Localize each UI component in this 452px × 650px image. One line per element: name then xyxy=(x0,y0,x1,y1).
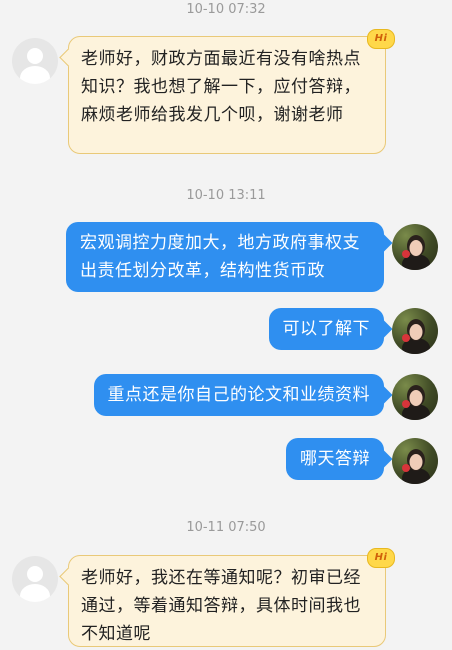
outgoing-message-bubble[interactable]: 可以了解下 xyxy=(268,308,384,350)
hi-badge-icon: Hi xyxy=(367,548,395,568)
user-photo-avatar[interactable] xyxy=(392,438,438,484)
hi-badge-icon: Hi xyxy=(367,29,395,49)
user-photo-avatar[interactable] xyxy=(392,224,438,270)
message-text: 老师好，财政方面最近有没有啥热点知识？我也想了解一下，应付答辩，麻烦老师给我发几… xyxy=(81,49,361,125)
message-text: 哪天答辩 xyxy=(300,449,370,469)
user-photo-avatar[interactable] xyxy=(392,374,438,420)
message-timestamp: 10-10 07:32 xyxy=(186,2,266,17)
default-user-avatar-icon[interactable] xyxy=(12,556,58,602)
default-user-avatar-icon[interactable] xyxy=(12,38,58,84)
message-text: 宏观调控力度加大，地方政府事权支出责任划分改革，结构性货币政 xyxy=(80,233,360,281)
message-text: 可以了解下 xyxy=(282,319,370,339)
incoming-message-bubble[interactable]: 老师好，我还在等通知呢？初审已经通过，等着通知答辩，具体时间我也不知道呢 Hi xyxy=(68,548,395,647)
outgoing-message-bubble[interactable]: 重点还是你自己的论文和业绩资料 xyxy=(93,374,384,416)
message-text: 老师好，我还在等通知呢？初审已经通过，等着通知答辩，具体时间我也不知道呢 xyxy=(81,568,361,644)
message-text: 重点还是你自己的论文和业绩资料 xyxy=(107,385,370,405)
user-photo-avatar[interactable] xyxy=(392,308,438,354)
outgoing-message-bubble[interactable]: 宏观调控力度加大，地方政府事权支出责任划分改革，结构性货币政 xyxy=(66,222,384,292)
message-timestamp: 10-11 07:50 xyxy=(186,520,266,535)
incoming-message-bubble[interactable]: 老师好，财政方面最近有没有啥热点知识？我也想了解一下，应付答辩，麻烦老师给我发几… xyxy=(68,29,395,154)
message-timestamp: 10-10 13:11 xyxy=(186,188,266,203)
outgoing-message-bubble[interactable]: 哪天答辩 xyxy=(286,438,384,480)
